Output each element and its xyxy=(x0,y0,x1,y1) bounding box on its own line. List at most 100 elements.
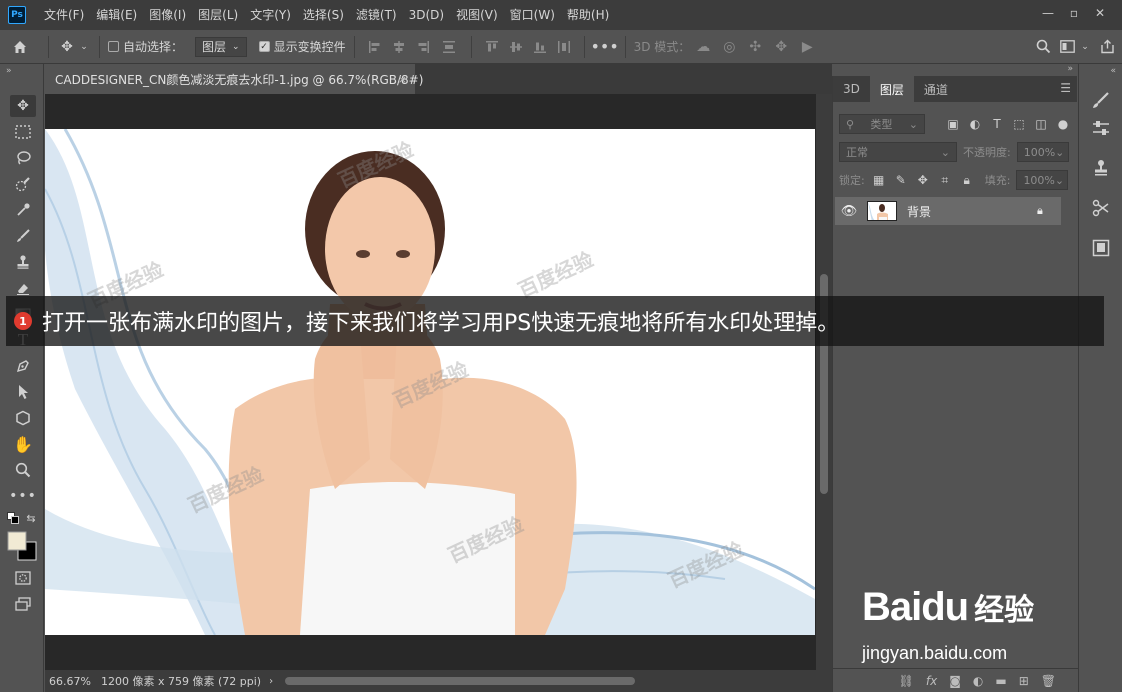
3d-pan-icon[interactable]: ✣ xyxy=(742,30,768,64)
filter-type-icon[interactable]: T xyxy=(989,117,1005,131)
menu-select[interactable]: 选择(S) xyxy=(297,0,350,30)
minimize-button[interactable]: — xyxy=(1036,4,1060,22)
zoom-level[interactable]: 66.67% xyxy=(45,675,101,688)
color-swatches[interactable] xyxy=(6,530,38,562)
link-layers-icon[interactable]: ⛓ xyxy=(899,674,914,688)
screen-mode-icon[interactable] xyxy=(10,593,36,615)
lock-position-icon[interactable]: ✥ xyxy=(915,173,931,187)
shape-tool-icon[interactable] xyxy=(10,407,36,429)
menu-type[interactable]: 文字(Y) xyxy=(244,0,297,30)
filter-pixel-icon[interactable]: ▣ xyxy=(945,117,961,131)
filter-smart-object-icon[interactable]: ◫ xyxy=(1033,117,1049,131)
horizontal-scrollbar[interactable] xyxy=(285,676,785,686)
menu-layer[interactable]: 图层(L) xyxy=(192,0,244,30)
3d-roll-icon[interactable]: ◎ xyxy=(716,30,742,64)
adjustments-icon[interactable] xyxy=(1089,116,1113,140)
home-icon[interactable] xyxy=(0,30,40,64)
distribute-icon[interactable] xyxy=(435,30,463,64)
filter-shape-icon[interactable]: ⬚ xyxy=(1011,117,1027,131)
default-colors-icon[interactable] xyxy=(6,511,20,525)
menu-help[interactable]: 帮助(H) xyxy=(561,0,615,30)
align-middle-icon[interactable] xyxy=(504,30,528,64)
menu-edit[interactable]: 编辑(E) xyxy=(90,0,143,30)
fill-field[interactable]: 100% ⌄ xyxy=(1016,170,1069,190)
eyedropper-tool-icon[interactable] xyxy=(10,199,36,221)
tab-layers[interactable]: 图层 xyxy=(869,76,914,102)
eye-icon[interactable]: 👁︎ xyxy=(835,204,863,219)
chevron-down-icon[interactable]: ⌄ xyxy=(77,30,91,64)
menu-filter[interactable]: 滤镜(T) xyxy=(350,0,403,30)
share-icon[interactable] xyxy=(1092,30,1122,64)
clone-source-icon[interactable] xyxy=(1089,156,1113,180)
quick-mask-icon[interactable] xyxy=(10,567,36,589)
lock-pixels-icon[interactable]: ✎ xyxy=(893,173,909,187)
filter-adjustment-icon[interactable]: ◐ xyxy=(967,117,983,131)
lasso-tool-icon[interactable] xyxy=(10,147,36,169)
3d-camera-icon[interactable]: ▶ xyxy=(794,30,820,64)
tab-3d[interactable]: 3D xyxy=(833,76,870,102)
menu-file[interactable]: 文件(F) xyxy=(38,0,90,30)
tool-presets-icon[interactable] xyxy=(1089,196,1113,220)
align-bottom-icon[interactable] xyxy=(528,30,552,64)
align-left-icon[interactable] xyxy=(363,30,387,64)
tab-channels[interactable]: 通道 xyxy=(914,76,958,102)
blend-mode-dropdown[interactable]: 正常 ⌄ xyxy=(839,142,957,162)
more-tools-icon[interactable]: ••• xyxy=(9,485,36,507)
distribute-horizontal-icon[interactable] xyxy=(552,30,576,64)
align-right-icon[interactable] xyxy=(411,30,435,64)
marquee-tool-icon[interactable] xyxy=(10,121,36,143)
opacity-field[interactable]: 100% ⌄ xyxy=(1016,142,1069,162)
lock-all-icon[interactable]: 🔒︎ xyxy=(959,173,975,188)
pen-tool-icon[interactable] xyxy=(10,355,36,377)
restore-button[interactable]: ▫ xyxy=(1062,4,1086,22)
new-layer-icon[interactable]: ⊞ xyxy=(1019,674,1029,688)
auto-select-checkbox[interactable] xyxy=(108,41,119,52)
swap-colors-icon[interactable]: ⇆ xyxy=(24,511,38,525)
stamp-tool-icon[interactable] xyxy=(10,251,36,273)
menu-view[interactable]: 视图(V) xyxy=(450,0,504,30)
menu-window[interactable]: 窗口(W) xyxy=(504,0,561,30)
auto-select-dropdown[interactable]: 图层 ⌄ xyxy=(195,36,247,57)
chevron-down-icon[interactable]: ⌄ xyxy=(1078,30,1092,64)
new-group-icon[interactable]: ▬ xyxy=(995,674,1006,688)
lock-artboard-icon[interactable]: ⌗ xyxy=(937,173,953,188)
delete-layer-icon[interactable]: 🗑︎ xyxy=(1041,674,1056,688)
panel-collapse-icon[interactable]: » xyxy=(832,64,1077,76)
workspace-icon[interactable] xyxy=(1056,30,1078,64)
vertical-scrollbar[interactable] xyxy=(816,94,832,670)
chevron-right-icon[interactable]: › xyxy=(261,676,273,687)
layer-name[interactable]: 背景 xyxy=(907,203,1037,220)
align-top-icon[interactable] xyxy=(480,30,504,64)
path-select-tool-icon[interactable] xyxy=(10,381,36,403)
new-adjustment-icon[interactable]: ◐ xyxy=(973,674,983,688)
lock-transparent-icon[interactable]: ▦ xyxy=(871,173,887,187)
layer-row-background[interactable]: 👁︎ 背景 🔒︎ xyxy=(835,197,1061,225)
zoom-tool-icon[interactable] xyxy=(10,459,36,481)
hand-tool-icon[interactable]: ✋ xyxy=(10,433,36,455)
quick-select-tool-icon[interactable] xyxy=(10,173,36,195)
close-tab-icon[interactable]: × xyxy=(398,73,407,86)
filter-toggle-icon[interactable]: ● xyxy=(1055,117,1071,131)
move-tool-icon[interactable]: ✥ xyxy=(10,95,36,117)
libraries-icon[interactable] xyxy=(1089,236,1113,260)
photo-canvas[interactable]: 百度经验 百度经验 百度经验 百度经验 百度经验 百度经验 百度经验 xyxy=(45,129,815,635)
scroll-thumb[interactable] xyxy=(285,677,635,685)
brush-settings-icon[interactable] xyxy=(1089,88,1113,112)
search-icon[interactable] xyxy=(1030,30,1056,64)
layer-filter-dropdown[interactable]: ⚲ 类型 ⌄ xyxy=(839,114,925,134)
move-tool-icon[interactable]: ✥ xyxy=(57,30,77,64)
canvas-area[interactable]: 百度经验 百度经验 百度经验 百度经验 百度经验 百度经验 百度经验 xyxy=(45,94,832,670)
close-button[interactable]: ✕ xyxy=(1088,4,1112,22)
layer-style-icon[interactable]: fx xyxy=(926,674,937,688)
document-tab[interactable]: CADDESIGNER_CN颜色减淡无痕去水印-1.jpg @ 66.7%(RG… xyxy=(45,64,423,94)
align-center-icon[interactable] xyxy=(387,30,411,64)
3d-orbit-icon[interactable]: ☁ xyxy=(690,30,716,64)
more-options-icon[interactable]: ••• xyxy=(590,30,618,64)
show-transform-checkbox[interactable]: ✓ xyxy=(258,41,270,52)
3d-slide-icon[interactable]: ✥ xyxy=(768,30,794,64)
panel-menu-icon[interactable]: ☰ xyxy=(1060,81,1071,95)
add-mask-icon[interactable]: ◙ xyxy=(949,674,961,688)
collapse-arrows-icon[interactable]: » xyxy=(6,66,12,76)
menu-image[interactable]: 图像(I) xyxy=(143,0,192,30)
brush-tool-icon[interactable] xyxy=(10,225,36,247)
